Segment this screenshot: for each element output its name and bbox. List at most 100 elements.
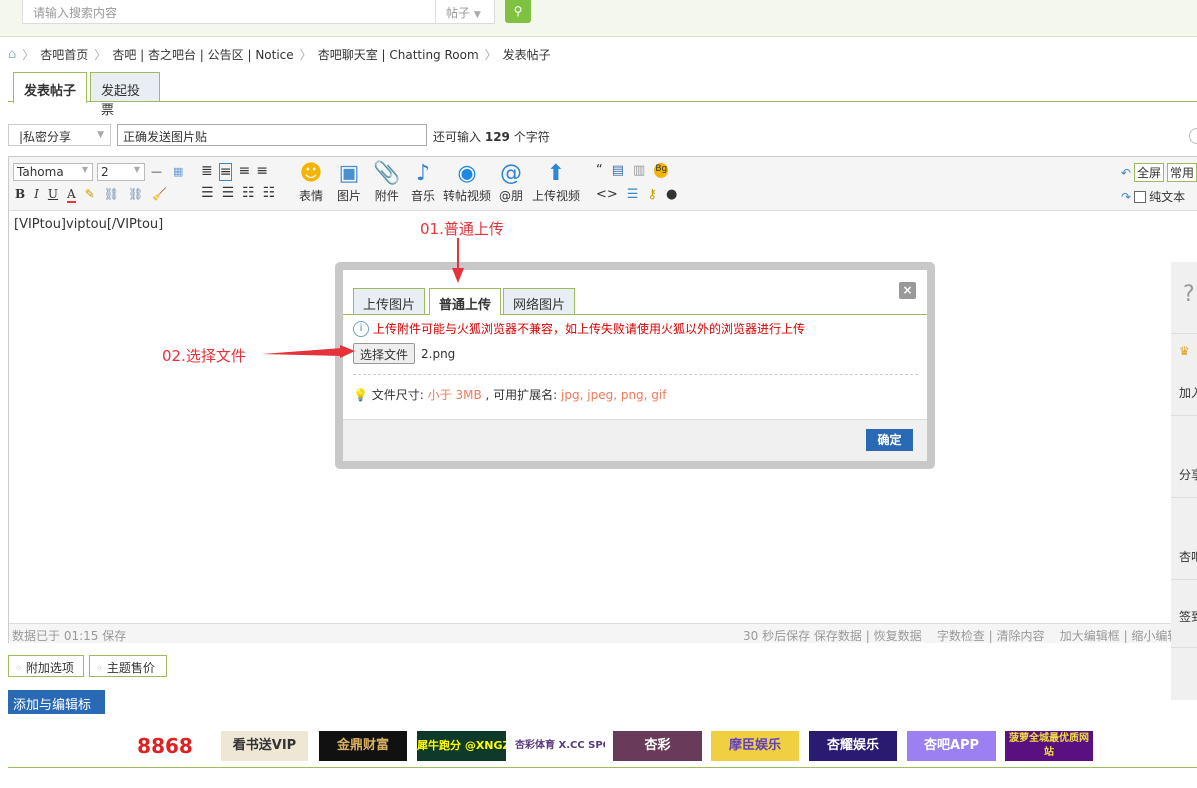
editor-status-bar: 数据已于 01:15 保存 30 秒后保存 保存数据 | 恢复数据 字数检查 |…: [9, 623, 1197, 643]
common-button[interactable]: 常用: [1166, 163, 1197, 182]
underline-icon[interactable]: U: [48, 187, 58, 203]
search-type-select[interactable]: 帖子 ▼: [435, 0, 495, 24]
sidebar-join[interactable]: ♛加入: [1171, 334, 1197, 416]
italic-icon[interactable]: I: [34, 187, 39, 203]
category-select[interactable]: |私密分享 ▼: [8, 124, 111, 146]
search-button[interactable]: ⚲: [505, 0, 531, 23]
dialog-tab-upload-image[interactable]: 上传图片: [353, 288, 426, 314]
repost-video-button[interactable]: ◉ 转帖视频: [443, 161, 491, 204]
image-button[interactable]: ▣ 图片: [337, 161, 361, 204]
banner-ad[interactable]: 摩臣娱乐: [711, 731, 799, 761]
mention-button[interactable]: @ @朋: [499, 161, 523, 204]
dialog-tab-normal-upload[interactable]: 普通上传: [429, 288, 502, 315]
float-left-icon[interactable]: ☰: [201, 185, 214, 201]
extra-options-button[interactable]: ◦ 附加选项: [8, 655, 84, 677]
banner-ad[interactable]: 金鼎财富: [319, 731, 407, 761]
upload-video-button[interactable]: ⬆ 上传视频: [532, 161, 580, 204]
editor-content[interactable]: [VIPtou]viptou[/VIPtou]: [14, 217, 163, 232]
breadcrumb-link[interactable]: 杏吧首页: [40, 46, 88, 63]
info-icon: i: [353, 320, 369, 337]
paperclip-icon: 📎: [373, 161, 401, 186]
search-input[interactable]: 请输入搜索内容: [22, 0, 436, 24]
video-play-icon: ◉: [457, 161, 477, 186]
breadcrumb-link[interactable]: 杏吧 | 杏之吧台 | 公告区 | Notice: [112, 46, 293, 63]
annotation-arrow-right: [262, 345, 355, 358]
plaintext-checkbox[interactable]: [1134, 190, 1147, 203]
breadcrumb-link[interactable]: 杏吧聊天室 | Chatting Room: [318, 46, 479, 63]
warning-text: 上传附件可能与火狐浏览器不兼容，如上传失败请使用火狐以外的浏览器进行上传: [373, 322, 806, 336]
clear-format-icon[interactable]: 🧹: [152, 187, 167, 203]
font-color-icon[interactable]: A: [67, 187, 76, 203]
size-select[interactable]: 2 ▼: [97, 163, 145, 181]
align-center-icon[interactable]: ≡: [238, 163, 250, 181]
subject-input[interactable]: 正确发送图片贴: [117, 124, 427, 146]
breadcrumb: ⌂ 〉 杏吧首页〉 杏吧 | 杏之吧台 | 公告区 | Notice 〉 杏吧聊天室…: [8, 46, 551, 63]
music-button[interactable]: ♪ 音乐: [411, 161, 435, 204]
link-icon[interactable]: ⛓: [104, 187, 119, 203]
ordered-list-icon[interactable]: ☷: [242, 185, 255, 201]
unordered-list-icon[interactable]: ☷: [263, 185, 276, 201]
align-left-icon[interactable]: ≡: [218, 163, 233, 181]
at-icon: @: [500, 161, 522, 186]
annotation-1: 01.普通上传: [420, 220, 504, 238]
search-icon: ⚲: [513, 4, 523, 18]
editor-actions[interactable]: 30 秒后保存 保存数据 | 恢复数据 字数检查 | 清除内容 加大编辑框 | …: [743, 627, 1191, 644]
tab-poll[interactable]: 发起投票: [90, 72, 160, 118]
undo-icon[interactable]: ↶: [1121, 166, 1131, 180]
sidebar-share[interactable]: 分享: [1171, 416, 1197, 498]
image-icon: ▣: [338, 161, 360, 186]
quote-icon[interactable]: “: [596, 163, 603, 178]
plaintext-label: 纯文本: [1149, 190, 1186, 204]
banner-ad[interactable]: 菠萝全城最优质网站: [1005, 731, 1093, 761]
tab-post[interactable]: 发表帖子: [13, 72, 87, 103]
emoji-button[interactable]: ☻ 表情: [299, 161, 323, 204]
bold-icon[interactable]: B: [15, 187, 25, 203]
align-justify-icon[interactable]: ≣: [201, 163, 213, 181]
unlink-icon[interactable]: ⛓: [128, 187, 143, 203]
sidebar-help[interactable]: ?: [1171, 262, 1197, 334]
topic-price-button[interactable]: ◦ 主题售价: [89, 655, 167, 677]
banner-ad[interactable]: 杏彩: [613, 731, 702, 761]
chevron-down-icon: ▼: [97, 130, 104, 140]
breadcrumb-current: 发表帖子: [502, 48, 551, 62]
banner-ad[interactable]: 8868: [124, 731, 206, 761]
home-icon[interactable]: ⌂: [8, 47, 16, 62]
font-select[interactable]: Tahoma ▼: [13, 163, 93, 181]
indent-icon[interactable]: ☰: [627, 187, 639, 202]
music-note-icon: ♪: [415, 161, 431, 186]
columns-icon[interactable]: ▥: [633, 163, 645, 178]
banner-ad[interactable]: 杏耀娱乐: [809, 731, 897, 761]
align-right-icon[interactable]: ≡: [256, 163, 268, 181]
add-edit-tags-button[interactable]: 添加与编辑标签: [8, 690, 105, 732]
redo-icon[interactable]: ↷: [1121, 190, 1131, 204]
choose-file-button[interactable]: 选择文件: [353, 343, 416, 364]
code-icon[interactable]: <>: [596, 187, 618, 202]
float-right-icon[interactable]: ☰: [222, 185, 235, 201]
bg-color-icon[interactable]: Bg: [654, 163, 669, 178]
fullscreen-button[interactable]: 全屏: [1133, 163, 1164, 182]
confirm-button[interactable]: 确定: [866, 429, 913, 451]
password-icon[interactable]: ⚷: [647, 187, 657, 202]
divider: [8, 767, 1197, 768]
qq-icon[interactable]: ●: [666, 187, 677, 202]
saved-status: 数据已于 01:15 保存: [12, 629, 127, 643]
toggle[interactable]: [1189, 128, 1197, 144]
sidebar-app-2[interactable]: 杏吧: [1171, 648, 1197, 700]
close-icon[interactable]: ×: [899, 282, 916, 299]
sidebar-app[interactable]: 杏吧: [1171, 498, 1197, 580]
attachment-button[interactable]: 📎 附件: [373, 161, 400, 204]
sidebar-checkin[interactable]: 签到: [1171, 580, 1197, 648]
upload-dialog: 上传图片 普通上传 网络图片 × i 上传附件可能与火狐浏览器不兼容，如上传失败…: [335, 262, 935, 469]
hr-icon[interactable]: —: [151, 165, 162, 178]
table-icon[interactable]: ▦: [173, 165, 183, 178]
annotation-2: 02.选择文件: [162, 347, 246, 365]
banner-ad[interactable]: 杏吧APP: [907, 731, 996, 761]
lightbulb-icon: 💡: [353, 388, 368, 402]
word-paste-icon[interactable]: ▤: [612, 163, 624, 178]
banner-ad[interactable]: 看书送VIP: [221, 731, 308, 761]
banner-ad[interactable]: 杏彩体育 X.CC SPORTS: [515, 731, 605, 761]
highlight-icon[interactable]: ✎: [85, 187, 95, 203]
banner-ad[interactable]: 犀牛跑分 @XNGZS: [417, 731, 506, 761]
dialog-tab-web-image[interactable]: 网络图片: [503, 288, 576, 314]
dialog-footer: 确定: [343, 419, 927, 461]
